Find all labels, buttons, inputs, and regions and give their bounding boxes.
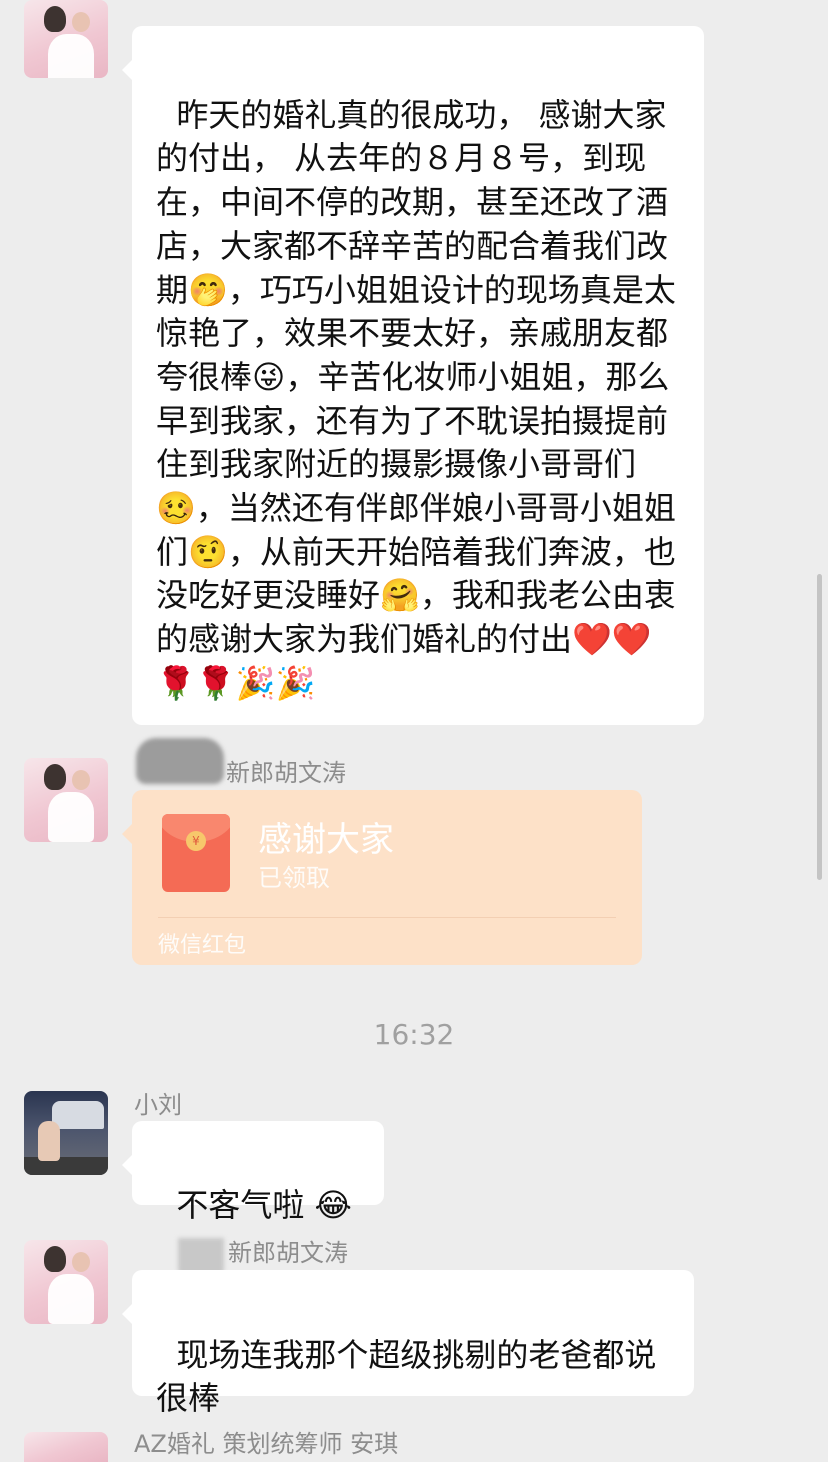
message-text: 不客气啦 😂 [176, 1185, 352, 1224]
top-edge [0, 0, 828, 14]
message-bubble-thanks[interactable]: 昨天的婚礼真的很成功， 感谢大家的付出， 从去年的８月８号，到现在，中间不停的改… [122, 26, 704, 725]
avatar-figure [52, 1101, 104, 1129]
avatar-figure [24, 1157, 108, 1175]
sender-name: 小刘 [134, 1091, 182, 1119]
avatar-figure [48, 792, 94, 842]
avatar-xiaoliu[interactable] [24, 1091, 108, 1175]
red-packet-label: 微信红包 [158, 933, 247, 958]
avatar-figure [38, 1121, 60, 1161]
red-packet-title: 感谢大家 [258, 820, 394, 860]
message-bubble-reply[interactable]: 不客气啦 😂 [122, 1121, 384, 1224]
avatar-figure [48, 1274, 94, 1324]
avatar-groom[interactable] [24, 1240, 108, 1324]
sender-name: 新郎胡文涛 [228, 1239, 348, 1267]
red-packet-coin-icon: ¥ [186, 831, 206, 851]
avatar-figure [72, 12, 90, 32]
message-bubble-father[interactable]: 现场连我那个超级挑剔的老爸都说很棒 [122, 1270, 694, 1417]
avatar-figure [44, 764, 66, 790]
scrollbar[interactable] [817, 574, 822, 880]
avatar-figure [44, 6, 66, 32]
message-text: 现场连我那个超级挑剔的老爸都说很棒 [156, 1335, 657, 1418]
red-packet-status: 已领取 [258, 864, 330, 892]
sender-name: AZ婚礼 策划统筹师 安琪 [134, 1430, 399, 1458]
avatar-figure [72, 1252, 90, 1272]
avatar-planner[interactable] [24, 1432, 108, 1462]
red-packet-icon: ¥ [162, 814, 230, 892]
avatar-bride[interactable] [24, 0, 108, 78]
avatar-groom[interactable] [24, 758, 108, 842]
avatar-figure [44, 1246, 66, 1272]
avatar-figure [72, 770, 90, 790]
red-packet-divider [158, 917, 616, 918]
message-text: 昨天的婚礼真的很成功， 感谢大家的付出， 从去年的８月８号，到现在，中间不停的改… [156, 95, 676, 702]
timestamp: 16:32 [373, 1018, 455, 1051]
red-packet-card[interactable]: ¥ 感谢大家 已领取 微信红包 [122, 790, 642, 965]
redacted-name-overlay [136, 738, 224, 784]
sender-name: 新郎胡文涛 [226, 759, 346, 787]
avatar-figure [48, 34, 94, 78]
